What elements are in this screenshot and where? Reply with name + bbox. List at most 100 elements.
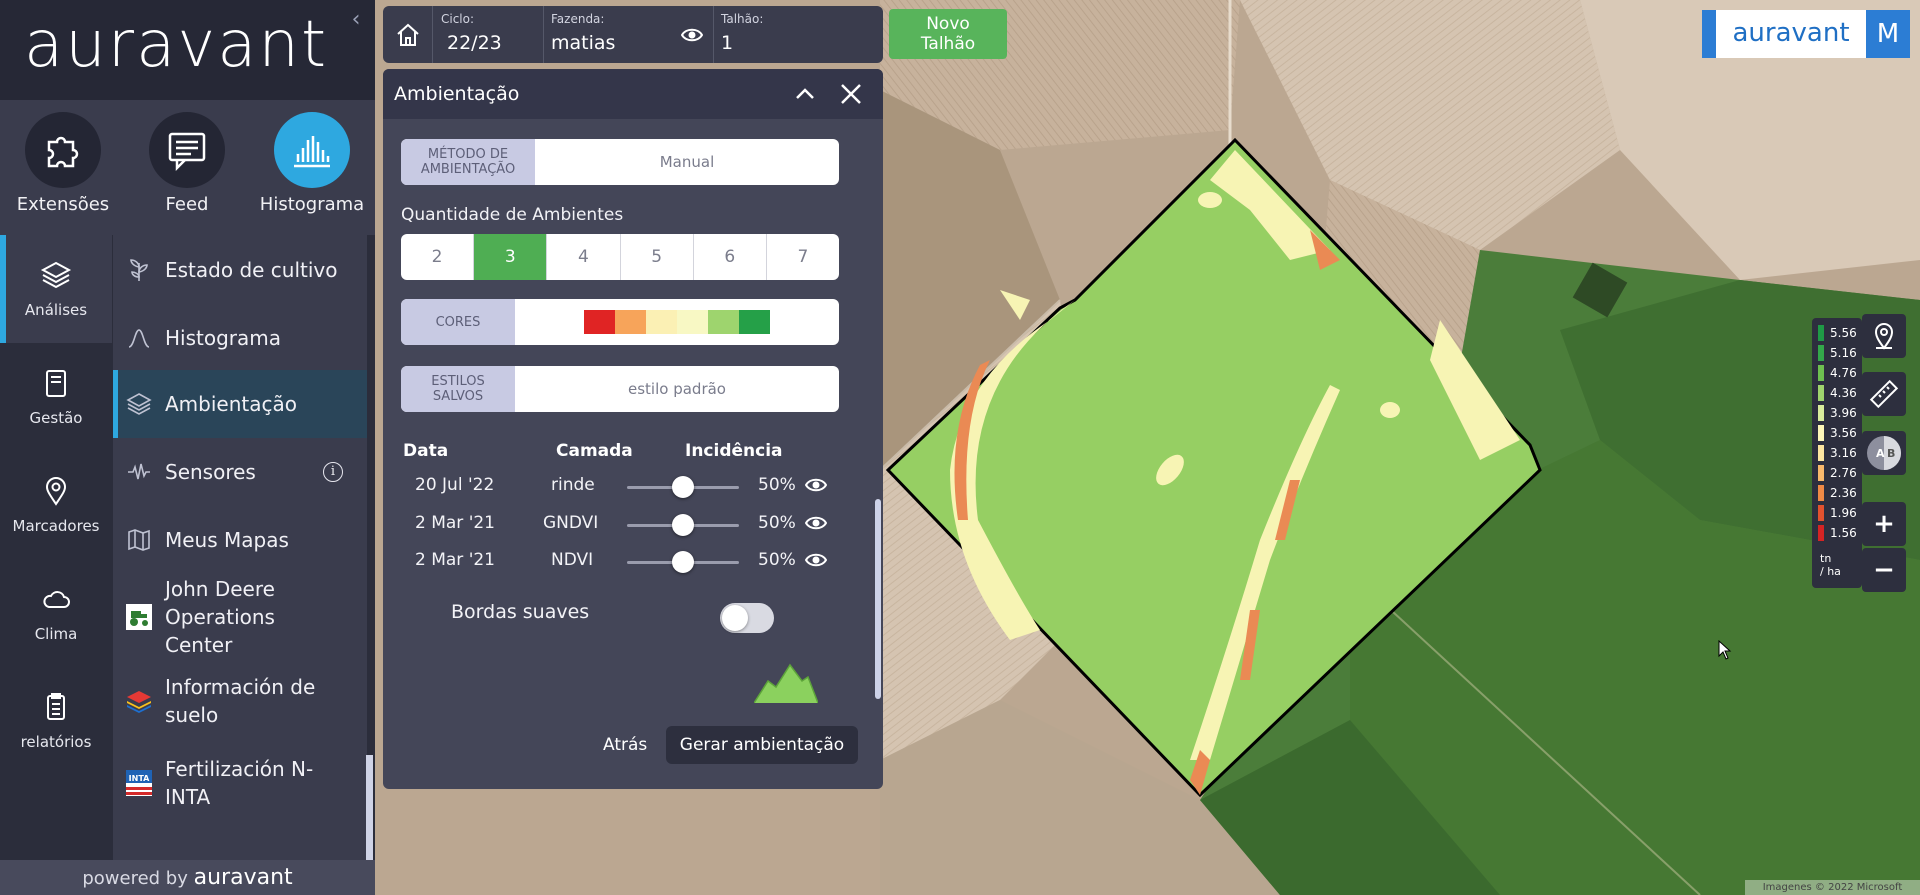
row-pct: 50% bbox=[758, 475, 796, 495]
menu-label: Ambientação bbox=[165, 392, 297, 416]
app-extensoes[interactable]: Extensões bbox=[8, 112, 118, 215]
compare-ab-button[interactable]: A B bbox=[1862, 431, 1906, 475]
rail-item-gestao[interactable]: Gestão bbox=[0, 343, 112, 451]
menu-label: Histograma bbox=[165, 325, 282, 350]
menu-item-ambientacao[interactable]: Ambientação bbox=[113, 370, 367, 438]
legend-swatch bbox=[1818, 425, 1824, 441]
legend-item: 3.16 bbox=[1818, 444, 1857, 462]
cores-select[interactable]: CORES bbox=[401, 299, 839, 345]
estilos-salvos-select[interactable]: ESTILOS SALVOS estilo padrão bbox=[401, 366, 839, 412]
legend-unit: tn / ha bbox=[1820, 552, 1841, 578]
qtd-option-4[interactable]: 4 bbox=[547, 234, 621, 280]
table-row: 20 Jul '22 rinde 50% bbox=[401, 472, 841, 502]
collapse-sidebar-button[interactable]: ‹ bbox=[346, 8, 366, 32]
rail-item-analises[interactable]: Análises bbox=[0, 235, 112, 343]
app-label: Feed bbox=[165, 194, 209, 215]
row-pct: 50% bbox=[758, 513, 796, 533]
atras-button[interactable]: Atrás bbox=[603, 726, 647, 764]
incidencia-slider[interactable] bbox=[627, 551, 739, 573]
panel-scrollbar[interactable] bbox=[875, 499, 881, 699]
color-swatch bbox=[677, 310, 708, 334]
soil-layers-icon bbox=[113, 688, 165, 714]
menu-item-john-deere[interactable]: John Deere Operations Center bbox=[113, 574, 367, 660]
map-attribution: Imagenes © 2022 Microsoft bbox=[1745, 880, 1920, 895]
legend-swatch bbox=[1818, 385, 1824, 401]
menu-label: Meus Mapas bbox=[165, 528, 289, 552]
rail-item-clima[interactable]: Clima bbox=[0, 559, 112, 667]
histogram-icon bbox=[274, 112, 350, 188]
app-histograma[interactable]: Histograma bbox=[257, 112, 367, 215]
col-camada: Camada bbox=[556, 441, 633, 461]
legend-item: 2.36 bbox=[1818, 484, 1857, 502]
menu-item-meus-mapas[interactable]: Meus Mapas bbox=[113, 506, 367, 574]
slider-knob[interactable] bbox=[672, 514, 694, 536]
menu-item-informacion-de-suelo[interactable]: Información de suelo bbox=[113, 660, 367, 742]
zoom-out-button[interactable]: − bbox=[1862, 548, 1906, 592]
incidencia-slider[interactable] bbox=[627, 476, 739, 498]
qtd-option-3[interactable]: 3 bbox=[474, 234, 548, 280]
ciclo-selector[interactable]: Ciclo: 22/23 bbox=[433, 6, 543, 63]
legend-value: 3.96 bbox=[1830, 406, 1857, 420]
legend-item: 5.56 bbox=[1818, 324, 1857, 342]
menu-item-sensores[interactable]: Sensores i bbox=[113, 438, 367, 506]
app-logo: auravant bbox=[24, 8, 329, 82]
menu-item-estado-de-cultivo[interactable]: Estado de cultivo bbox=[113, 235, 367, 305]
menu-item-histograma[interactable]: Histograma bbox=[113, 305, 367, 370]
home-button[interactable] bbox=[383, 6, 433, 63]
measure-ruler-button[interactable] bbox=[1862, 372, 1906, 416]
rail-item-marcadores[interactable]: Marcadores bbox=[0, 451, 112, 559]
gerar-ambientacao-button[interactable]: Gerar ambientação bbox=[666, 726, 858, 764]
tractor-icon bbox=[113, 604, 165, 630]
rail-label: Gestão bbox=[29, 409, 83, 427]
slider-knob[interactable] bbox=[672, 551, 694, 573]
legend-item: 3.56 bbox=[1818, 424, 1857, 442]
app-label: Histograma bbox=[259, 194, 365, 215]
chevron-up-icon[interactable] bbox=[793, 82, 817, 110]
metodo-label: MÉTODO DE AMBIENTAÇÃO bbox=[401, 139, 535, 185]
row-layer: rinde bbox=[551, 475, 595, 495]
qtd-option-7[interactable]: 7 bbox=[767, 234, 839, 280]
eye-icon[interactable] bbox=[680, 27, 704, 47]
talhao-caption: Talhão: bbox=[721, 12, 764, 26]
row-layer: GNDVI bbox=[543, 513, 599, 533]
zoom-in-button[interactable]: + bbox=[1862, 502, 1906, 546]
eye-icon[interactable] bbox=[804, 552, 828, 573]
menu-scrollbar[interactable] bbox=[366, 755, 373, 860]
menu-item-fertilizacion-n-inta[interactable]: INTA Fertilización N-INTA bbox=[113, 742, 367, 824]
analysis-menu: Estado de cultivo Histograma Ambientação… bbox=[113, 235, 367, 860]
incidencia-slider[interactable] bbox=[627, 514, 739, 536]
user-avatar[interactable]: M bbox=[1866, 10, 1910, 58]
talhao-selector[interactable]: Talhão: 1 bbox=[713, 6, 883, 63]
layers-icon bbox=[113, 391, 165, 417]
brand-logo[interactable]: auravant bbox=[1716, 10, 1866, 58]
slider-knob[interactable] bbox=[672, 476, 694, 498]
brand-box: auravant M bbox=[1702, 10, 1910, 58]
color-swatch bbox=[615, 310, 646, 334]
legend-value: 5.56 bbox=[1830, 326, 1857, 340]
legend-value: 4.76 bbox=[1830, 366, 1857, 380]
qtd-option-5[interactable]: 5 bbox=[621, 234, 694, 280]
bordas-suaves-toggle[interactable] bbox=[720, 603, 774, 633]
ciclo-value: 22/23 bbox=[447, 32, 502, 54]
ciclo-caption: Ciclo: bbox=[441, 12, 475, 26]
metodo-ambientacao-select[interactable]: MÉTODO DE AMBIENTAÇÃO Manual bbox=[401, 139, 839, 185]
row-date: 20 Jul '22 bbox=[415, 475, 495, 495]
eye-icon[interactable] bbox=[804, 515, 828, 536]
legend-value: 5.16 bbox=[1830, 346, 1857, 360]
locate-pin-button[interactable] bbox=[1862, 314, 1906, 358]
legend-value: 3.16 bbox=[1830, 446, 1857, 460]
close-icon[interactable] bbox=[838, 81, 864, 111]
qtd-option-6[interactable]: 6 bbox=[694, 234, 767, 280]
plant-icon bbox=[113, 257, 165, 283]
estilos-value: estilo padrão bbox=[628, 380, 726, 398]
info-icon[interactable]: i bbox=[323, 462, 343, 482]
app-feed[interactable]: Feed bbox=[132, 112, 242, 215]
app-label: Extensões bbox=[16, 194, 110, 215]
legend-value: 1.96 bbox=[1830, 506, 1857, 520]
menu-label: John Deere Operations Center bbox=[165, 577, 275, 657]
rail-item-relatorios[interactable]: relatórios bbox=[0, 667, 112, 775]
novo-talhao-button[interactable]: Novo Talhão bbox=[889, 9, 1007, 59]
ambientacao-panel: Ambientação MÉTODO DE AMBIENTAÇÃO Manual … bbox=[383, 69, 883, 789]
qtd-option-2[interactable]: 2 bbox=[401, 234, 475, 280]
eye-icon[interactable] bbox=[804, 477, 828, 498]
